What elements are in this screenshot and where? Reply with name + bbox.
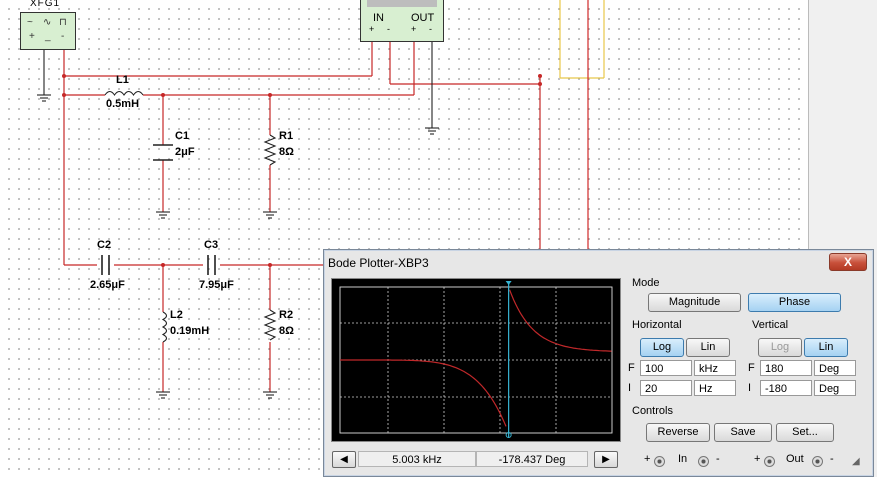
xfg-pin-plus: + <box>29 31 35 42</box>
mode-group-label: Mode <box>632 277 660 289</box>
phase-trace-low <box>340 359 507 427</box>
xfg-pin-minus: - <box>61 31 65 42</box>
phase-plot-display[interactable] <box>331 278 621 442</box>
bode-out-label: OUT <box>411 12 435 24</box>
square-wave-icon: ⊓ <box>59 17 67 28</box>
horizontal-final-value[interactable]: 100 <box>640 360 692 376</box>
function-generator[interactable]: ~ ∿ ⊓ + _ - <box>20 12 76 50</box>
save-button[interactable]: Save <box>714 423 772 442</box>
bode-pin-in-minus: - <box>387 24 390 34</box>
xfg-pin-common: _ <box>45 31 51 42</box>
l2-value: 0.19mH <box>170 325 210 337</box>
frequency-readout: 5.003 kHz <box>358 451 476 467</box>
horizontal-initial-value[interactable]: 20 <box>640 380 692 396</box>
c1-value: 2μF <box>175 146 195 158</box>
vertical-final-label: F <box>748 362 755 374</box>
bode-plotter-instrument[interactable]: IN OUT + - + - <box>360 0 444 42</box>
horizontal-initial-unit[interactable]: Hz <box>694 380 736 396</box>
c2-name: C2 <box>97 239 112 251</box>
phase-trace-high <box>509 289 612 352</box>
out-minus-terminal[interactable] <box>812 456 823 467</box>
r2-value: 8Ω <box>279 325 294 337</box>
vertical-lin-button[interactable]: Lin <box>804 338 848 357</box>
l1-name: L1 <box>116 74 129 86</box>
l2-name: L2 <box>170 309 183 321</box>
bode-plotter-window[interactable]: Bode Plotter-XBP3 X Mode Magnitude Phase… <box>323 249 874 477</box>
ground-wires <box>43 40 433 128</box>
phase-plot-svg <box>339 281 613 438</box>
c2-value: 2.65μF <box>90 279 125 291</box>
capacitor-c3[interactable] <box>207 255 216 275</box>
horizontal-group-label: Horizontal <box>632 319 682 331</box>
controls-group-label: Controls <box>632 405 673 417</box>
phase-button[interactable]: Phase <box>748 293 841 312</box>
inductor-l1[interactable] <box>104 90 144 96</box>
horizontal-final-label: F <box>628 362 635 374</box>
vertical-final-value[interactable]: 180 <box>760 360 812 376</box>
bode-pin-in-plus: + <box>369 24 375 34</box>
out-label: Out <box>786 453 804 465</box>
cursor-left-arrow-button[interactable]: ◀ <box>332 451 356 468</box>
horizontal-initial-label: I <box>628 382 632 394</box>
vertical-initial-label: I <box>748 382 752 394</box>
cursor-right-arrow-button[interactable]: ▶ <box>594 451 618 468</box>
r1-value: 8Ω <box>279 146 294 158</box>
magnitude-button[interactable]: Magnitude <box>648 293 741 312</box>
c1-name: C1 <box>175 130 190 142</box>
out-minus-label: - <box>830 453 834 465</box>
vertical-log-button[interactable]: Log <box>758 338 802 357</box>
resistor-r1[interactable] <box>263 134 277 166</box>
bode-in-label: IN <box>373 12 384 24</box>
bode-pin-out-plus: + <box>411 24 417 34</box>
probe-wires <box>559 0 605 250</box>
in-plus-terminal[interactable] <box>654 456 665 467</box>
horizontal-log-button[interactable]: Log <box>640 338 684 357</box>
capacitor-c1[interactable] <box>153 144 173 161</box>
r2-name: R2 <box>279 309 294 321</box>
triangle-wave-icon: ∿ <box>43 17 52 28</box>
set-button[interactable]: Set... <box>776 423 834 442</box>
vertical-final-unit[interactable]: Deg <box>814 360 856 376</box>
inductor-l2[interactable] <box>161 311 168 343</box>
horizontal-final-unit[interactable]: kHz <box>694 360 736 376</box>
sine-wave-icon: ~ <box>27 17 33 28</box>
out-plus-label: + <box>754 453 761 465</box>
vertical-group-label: Vertical <box>752 319 789 331</box>
bode-plotter-screen-icon <box>367 0 437 7</box>
c3-name: C3 <box>204 239 219 251</box>
window-title: Bode Plotter-XBP3 <box>328 256 429 270</box>
horizontal-lin-button[interactable]: Lin <box>686 338 730 357</box>
in-minus-label: - <box>716 453 720 465</box>
r1-name: R1 <box>279 130 294 142</box>
in-minus-terminal[interactable] <box>698 456 709 467</box>
phase-readout: -178.437 Deg <box>476 451 588 467</box>
in-label: In <box>678 453 688 465</box>
function-generator-label: XFG1 <box>30 0 61 9</box>
reverse-button[interactable]: Reverse <box>646 423 710 442</box>
in-plus-label: + <box>644 453 651 465</box>
close-button[interactable]: X <box>829 253 867 271</box>
c3-value: 7.95μF <box>199 279 234 291</box>
cursor-top-handle[interactable] <box>505 281 512 285</box>
l1-value: 0.5mH <box>106 98 140 110</box>
resistor-r2[interactable] <box>263 309 277 341</box>
resize-grip-icon[interactable]: ◢ <box>852 456 860 467</box>
capacitor-c2[interactable] <box>101 255 110 275</box>
out-plus-terminal[interactable] <box>764 456 775 467</box>
bode-pin-out-minus: - <box>429 24 432 34</box>
vertical-initial-unit[interactable]: Deg <box>814 380 856 396</box>
vertical-initial-value[interactable]: -180 <box>760 380 812 396</box>
